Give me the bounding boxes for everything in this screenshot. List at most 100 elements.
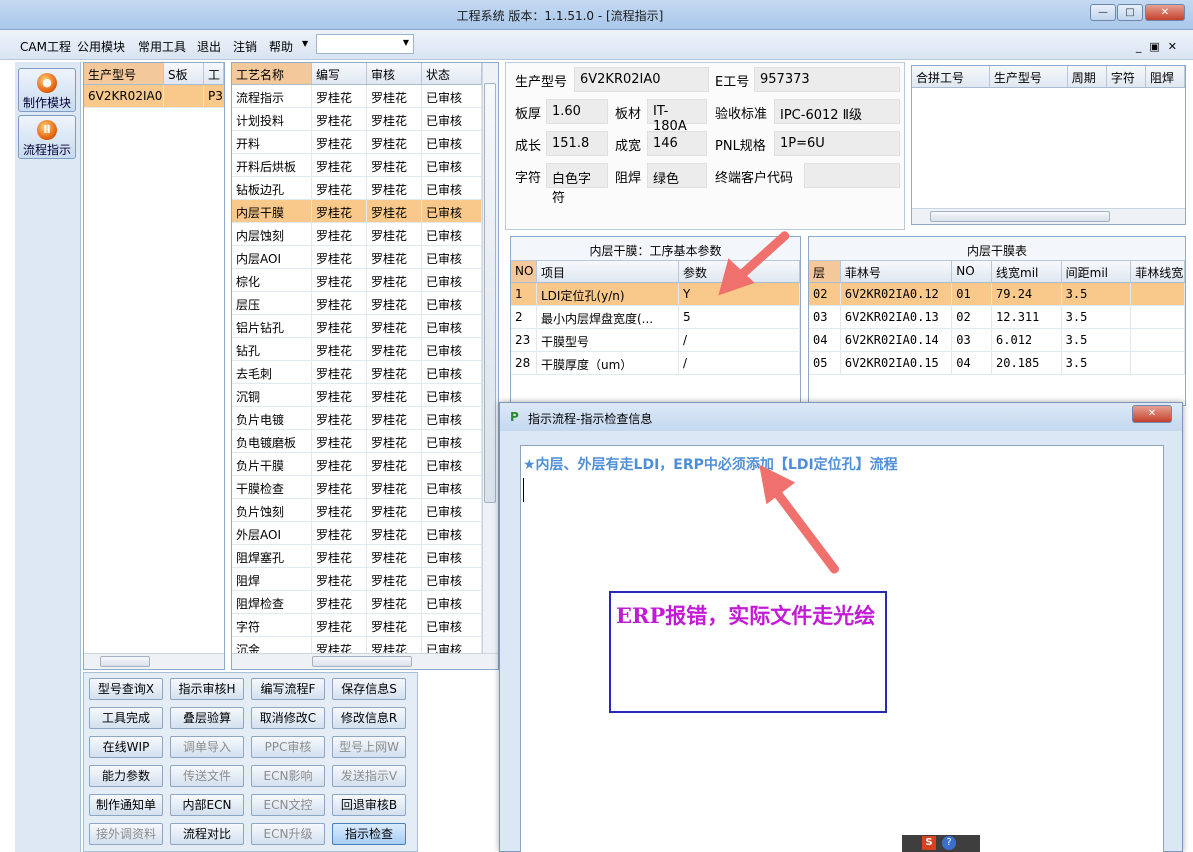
table-row[interactable]: 铝片钻孔 罗桂花 罗桂花 已审核 [232,315,482,338]
action-button[interactable]: 调单导入 [170,736,244,758]
model-hscrollbar[interactable] [84,653,224,669]
table-row[interactable]: 负片干膜 罗桂花 罗桂花 已审核 [232,453,482,476]
table-row[interactable]: 负电镀磨板 罗桂花 罗桂花 已审核 [232,430,482,453]
action-button[interactable]: 指示审核H [170,678,244,700]
length-field[interactable]: 151.8 [546,131,608,156]
pnl-field[interactable]: 1P=6U [774,131,900,156]
minimize-icon[interactable]: — [1090,4,1116,21]
action-button[interactable]: ECN升级 [251,823,325,845]
char-field[interactable]: 白色字符 [546,163,608,206]
menu-common-tools[interactable]: 常用工具 [138,38,186,55]
action-button[interactable]: 在线WIP [89,736,163,758]
action-button[interactable]: 修改信息R [332,707,406,729]
process-vscroll-thumb[interactable] [484,83,496,503]
table-row[interactable]: 计划投料 罗桂花 罗桂花 已审核 [232,108,482,131]
col-spacing[interactable]: 间距mil [1062,261,1132,282]
col-combine-period[interactable]: 周期 [1068,66,1107,87]
menu-combo[interactable]: ▼ [316,34,414,54]
action-button[interactable]: ECN影响 [251,765,325,787]
table-row[interactable]: 阻焊塞孔 罗桂花 罗桂花 已审核 [232,545,482,568]
action-button[interactable]: PPC审核 [251,736,325,758]
action-button[interactable]: 型号查询X [89,678,163,700]
col-s-board[interactable]: S板 [164,63,204,84]
col-layer[interactable]: 层 [809,261,841,282]
ime-toolbar[interactable]: S ? [902,835,980,852]
action-button[interactable]: 取消修改C [251,707,325,729]
col-no[interactable]: NO [511,261,537,282]
action-button[interactable]: ECN文控 [251,794,325,816]
table-row[interactable]: 内层干膜 罗桂花 罗桂花 已审核 [232,200,482,223]
col-author[interactable]: 编写 [312,63,367,84]
table-row[interactable]: 负片蚀刻 罗桂花 罗桂花 已审核 [232,499,482,522]
process-hscrollbar[interactable] [232,653,498,669]
table-row[interactable]: 阻焊检查 罗桂花 罗桂花 已审核 [232,591,482,614]
table-row[interactable]: 28 干膜厚度（um） / [511,352,800,375]
action-button[interactable]: 工具完成 [89,707,163,729]
col-line-width[interactable]: 线宽mil [992,261,1062,282]
menu-help[interactable]: 帮助 [269,38,293,55]
mdi-controls-icon[interactable]: _▣✕ [1136,40,1185,53]
col-work[interactable]: 工 [204,63,224,84]
action-button[interactable]: 编写流程F [251,678,325,700]
table-row[interactable]: 棕化 罗桂花 罗桂花 已审核 [232,269,482,292]
table-row[interactable]: 负片电镀 罗桂花 罗桂花 已审核 [232,407,482,430]
table-row[interactable]: 03 6V2KR02IA0.13 02 12.311 3.5 [809,306,1185,329]
table-row[interactable]: 23 干膜型号 / [511,329,800,352]
width-field[interactable]: 146 [647,131,707,156]
table-row[interactable]: 阻焊 罗桂花 罗桂花 已审核 [232,568,482,591]
table-row[interactable]: 开料 罗桂花 罗桂花 已审核 [232,131,482,154]
action-button[interactable]: 传送文件 [170,765,244,787]
table-row[interactable]: 钻板边孔 罗桂花 罗桂花 已审核 [232,177,482,200]
action-button[interactable]: 发送指示V [332,765,406,787]
menu-logout[interactable]: 注销 [233,38,257,55]
col-combine-char[interactable]: 字符 [1107,66,1146,87]
col-reviewer[interactable]: 审核 [367,63,422,84]
action-button[interactable]: 制作通知单 [89,794,163,816]
table-row[interactable]: 02 6V2KR02IA0.12 01 79.24 3.5 [809,283,1185,306]
col-item[interactable]: 项目 [537,261,679,282]
table-row[interactable]: 内层AOI 罗桂花 罗桂花 已审核 [232,246,482,269]
chevron-down-icon[interactable]: ▼ [403,38,409,47]
thickness-field[interactable]: 1.60 [546,99,608,124]
col-film-seq[interactable]: NO [952,261,993,282]
table-row[interactable]: 外层AOI 罗桂花 罗桂花 已审核 [232,522,482,545]
col-status[interactable]: 状态 [422,63,482,84]
table-row[interactable]: 6V2KR02IA0 P3 [84,85,224,108]
production-model-field[interactable]: 6V2KR02IA0 [574,67,709,92]
menu-common-modules[interactable]: 公用模块 [77,38,125,55]
combine-hscrollbar[interactable] [912,208,1185,224]
combine-hscroll-thumb[interactable] [930,211,1110,222]
mask-field[interactable]: 绿色 [647,163,707,188]
action-button[interactable]: 能力参数 [89,765,163,787]
nav-make-module[interactable]: ● 制作模块 [18,68,76,112]
table-row[interactable]: 层压 罗桂花 罗桂花 已审核 [232,292,482,315]
table-row[interactable]: 流程指示 罗桂花 罗桂花 已审核 [232,85,482,108]
col-film-line-width[interactable]: 菲林线宽 [1131,261,1185,282]
action-button[interactable]: 回退审核B [332,794,406,816]
menu-cam[interactable]: CAM工程 [20,38,71,55]
action-button[interactable]: 保存信息S [332,678,406,700]
table-row[interactable]: 沉铜 罗桂花 罗桂花 已审核 [232,384,482,407]
help-icon[interactable]: ? [942,836,956,850]
menu-exit[interactable]: 退出 [197,38,221,55]
action-button[interactable]: 接外调资料 [89,823,163,845]
action-button[interactable]: 叠层验算 [170,707,244,729]
col-combine-mask[interactable]: 阻焊 [1146,66,1185,87]
nav-flow-instruction[interactable]: Ⅱ 流程指示 [18,115,76,159]
table-row[interactable]: 2 最小内层焊盘宽度(... 5 [511,306,800,329]
process-hscroll-thumb[interactable] [312,656,412,667]
table-row[interactable]: 去毛刺 罗桂花 罗桂花 已审核 [232,361,482,384]
table-row[interactable]: 内层蚀刻 罗桂花 罗桂花 已审核 [232,223,482,246]
e-number-field[interactable]: 957373 [754,67,900,92]
standard-field[interactable]: IPC-6012 Ⅱ级 [774,99,900,124]
table-row[interactable]: 1 LDI定位孔(y/n) Y [511,283,800,306]
table-row[interactable]: 04 6V2KR02IA0.14 03 6.012 3.5 [809,329,1185,352]
model-hscroll-thumb[interactable] [100,656,150,667]
table-row[interactable]: 05 6V2KR02IA0.15 04 20.185 3.5 [809,352,1185,375]
col-film-no[interactable]: 菲林号 [841,261,953,282]
customer-code-field[interactable] [804,163,900,188]
menu-help-dropdown-icon[interactable]: ▼ [302,39,308,48]
material-field[interactable]: IT-180A [647,99,707,134]
action-button[interactable]: 内部ECN [170,794,244,816]
table-row[interactable]: 沉金 罗桂花 罗桂花 已审核 [232,637,482,653]
